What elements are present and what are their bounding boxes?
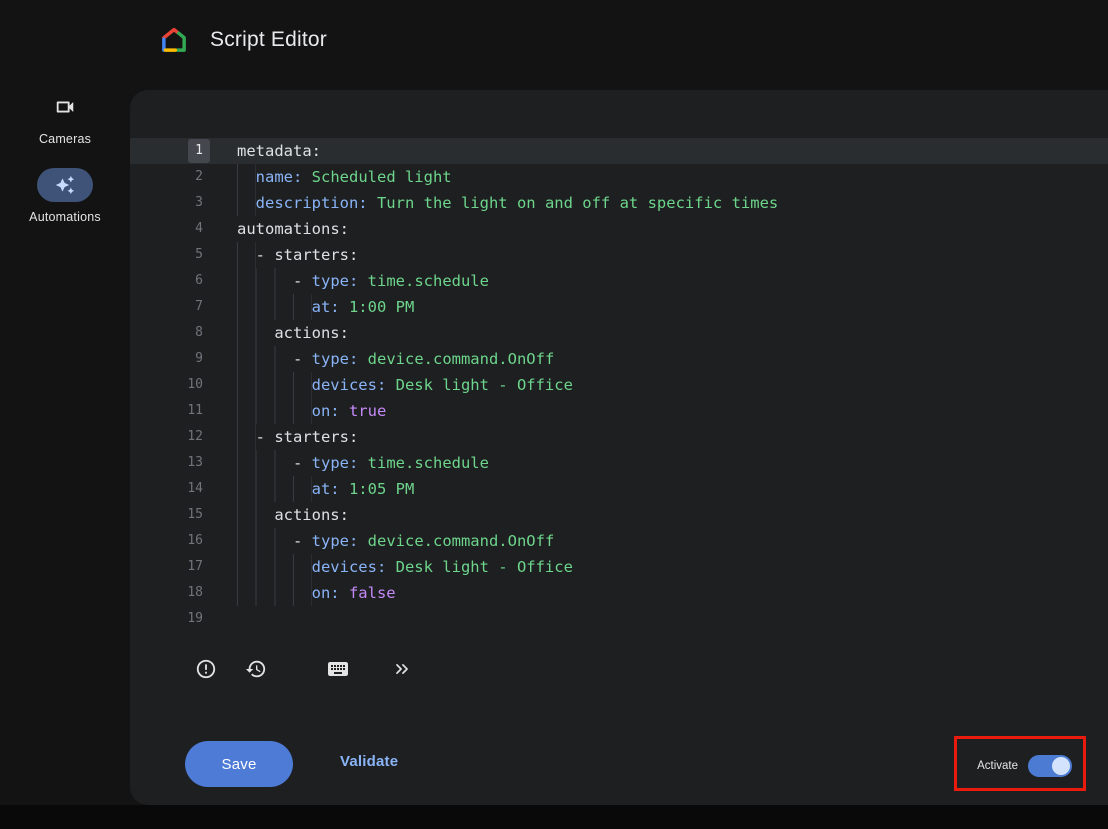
editor-toolbar xyxy=(193,656,415,682)
code-line[interactable]: 16- type: device.command.OnOff xyxy=(130,528,1108,554)
code-line-text xyxy=(210,606,237,632)
validate-button[interactable]: Validate xyxy=(340,753,398,770)
problems-icon[interactable] xyxy=(193,656,219,682)
code-line-text: - type: time.schedule xyxy=(210,450,489,476)
code-editor[interactable]: 1metadata:2name: Scheduled light3descrip… xyxy=(130,138,1108,632)
code-line-text: at: 1:00 PM xyxy=(210,294,414,320)
activate-label: Activate xyxy=(977,760,1018,772)
line-number: 19 xyxy=(130,606,210,632)
sidebar-item-label: Automations xyxy=(0,210,130,224)
code-line[interactable]: 13- type: time.schedule xyxy=(130,450,1108,476)
code-line[interactable]: 9- type: device.command.OnOff xyxy=(130,346,1108,372)
line-number: 3 xyxy=(130,190,210,216)
line-number: 8 xyxy=(130,320,210,346)
page-title: Script Editor xyxy=(210,28,327,52)
line-number: 16 xyxy=(130,528,210,554)
code-line[interactable]: 2name: Scheduled light xyxy=(130,164,1108,190)
sidebar-item-cameras[interactable]: Cameras xyxy=(0,90,130,146)
code-line[interactable]: 11on: true xyxy=(130,398,1108,424)
code-line[interactable]: 1metadata: xyxy=(130,138,1108,164)
bottom-strip xyxy=(0,805,1108,829)
code-line-text: devices: Desk light - Office xyxy=(210,554,573,580)
code-line[interactable]: 19 xyxy=(130,606,1108,632)
more-tools-icon[interactable] xyxy=(389,656,415,682)
history-icon[interactable] xyxy=(243,656,269,682)
line-number: 6 xyxy=(130,268,210,294)
save-button[interactable]: Save xyxy=(185,741,293,787)
toggle-thumb xyxy=(1052,757,1070,775)
code-lines: 1metadata:2name: Scheduled light3descrip… xyxy=(130,138,1108,632)
line-number: 1 xyxy=(130,138,210,164)
code-line[interactable]: 17devices: Desk light - Office xyxy=(130,554,1108,580)
code-line-text: - starters: xyxy=(210,424,358,450)
code-line[interactable]: 3description: Turn the light on and off … xyxy=(130,190,1108,216)
code-line[interactable]: 8actions: xyxy=(130,320,1108,346)
code-line[interactable]: 15actions: xyxy=(130,502,1108,528)
sidebar: Cameras Automations xyxy=(0,90,130,246)
code-line[interactable]: 5- starters: xyxy=(130,242,1108,268)
line-number: 4 xyxy=(130,216,210,242)
line-number: 11 xyxy=(130,398,210,424)
code-line-text: metadata: xyxy=(210,138,321,164)
line-number: 17 xyxy=(130,554,210,580)
line-number: 12 xyxy=(130,424,210,450)
line-number: 10 xyxy=(130,372,210,398)
code-line-text: devices: Desk light - Office xyxy=(210,372,573,398)
line-number: 9 xyxy=(130,346,210,372)
code-line-text: name: Scheduled light xyxy=(210,164,452,190)
code-line-text: description: Turn the light on and off a… xyxy=(210,190,778,216)
code-line-text: on: true xyxy=(210,398,386,424)
code-line-text: - type: device.command.OnOff xyxy=(210,528,554,554)
sidebar-item-label: Cameras xyxy=(0,132,130,146)
code-line[interactable]: 12- starters: xyxy=(130,424,1108,450)
line-number: 14 xyxy=(130,476,210,502)
line-number: 13 xyxy=(130,450,210,476)
keyboard-icon[interactable] xyxy=(325,656,351,682)
code-line-text: on: false xyxy=(210,580,396,606)
code-line[interactable]: 4automations: xyxy=(130,216,1108,242)
code-line[interactable]: 6- type: time.schedule xyxy=(130,268,1108,294)
app-header: Script Editor xyxy=(158,24,327,56)
line-number: 7 xyxy=(130,294,210,320)
code-line-text: - starters: xyxy=(210,242,358,268)
activate-group: Activate xyxy=(977,755,1072,777)
code-line[interactable]: 14at: 1:05 PM xyxy=(130,476,1108,502)
google-home-logo-icon xyxy=(158,24,190,56)
code-line-text: actions: xyxy=(210,320,349,346)
code-line[interactable]: 10devices: Desk light - Office xyxy=(130,372,1108,398)
code-line-text: actions: xyxy=(210,502,349,528)
line-number: 2 xyxy=(130,164,210,190)
code-line-text: automations: xyxy=(210,216,349,242)
script-editor-panel: 1metadata:2name: Scheduled light3descrip… xyxy=(130,90,1108,805)
sidebar-item-automations[interactable]: Automations xyxy=(0,168,130,224)
sparkle-icon xyxy=(37,168,93,202)
camera-icon xyxy=(37,90,93,124)
code-line-text: at: 1:05 PM xyxy=(210,476,414,502)
activate-toggle[interactable] xyxy=(1028,755,1072,777)
line-number: 5 xyxy=(130,242,210,268)
line-number: 18 xyxy=(130,580,210,606)
code-line-text: - type: time.schedule xyxy=(210,268,489,294)
app-root: Script Editor Cameras Automations 1metad… xyxy=(0,0,1108,829)
code-line[interactable]: 18on: false xyxy=(130,580,1108,606)
line-number: 15 xyxy=(130,502,210,528)
code-line[interactable]: 7at: 1:00 PM xyxy=(130,294,1108,320)
code-line-text: - type: device.command.OnOff xyxy=(210,346,554,372)
